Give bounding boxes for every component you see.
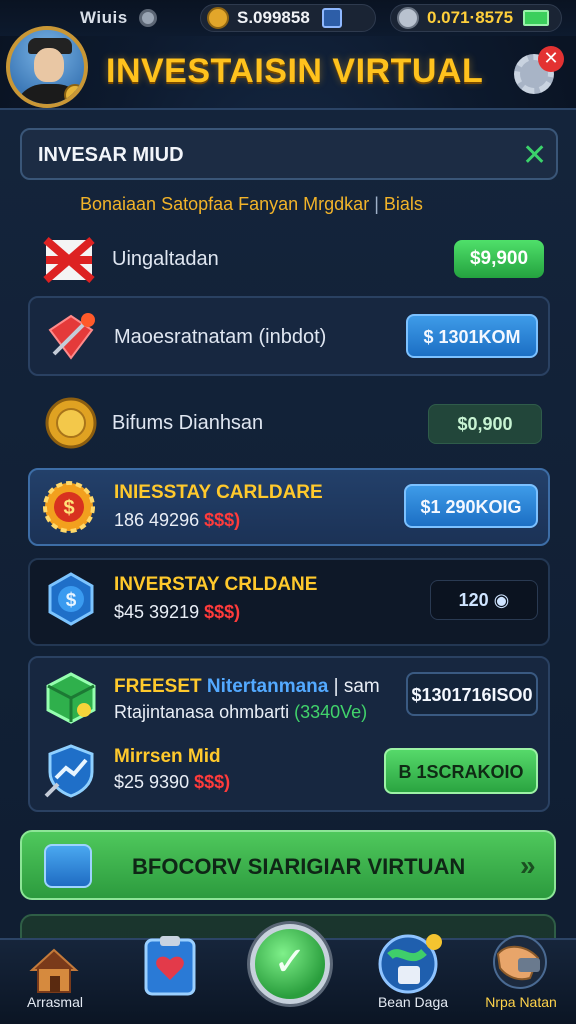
home-icon [29,948,79,993]
status-bar: Wiuis S.099858 0.071·8575 [0,0,576,36]
close-icon[interactable]: ✕ [522,138,547,173]
gold-coin-icon [45,397,97,449]
cube-icon [46,672,96,724]
chart-shield-icon [44,744,94,798]
row-5-sub-red: $$$) [204,602,241,622]
coin-bag-icon [207,7,229,29]
settings-button[interactable]: ✕ [512,46,564,98]
row-5-button-icon: ◉ [493,590,510,610]
list-item-5[interactable]: $ INVERSTAY CRLDANE $45 39219 $$$) 120 ◉ [28,558,550,646]
svg-text:$: $ [66,590,77,611]
dollar-badge-icon: $ [48,572,94,626]
row-4-sub-value: 186 49296 [114,510,200,530]
list-item-2[interactable]: Maoesratnatam (inbdot) $ 1301KOM [28,296,550,376]
row-7-button[interactable]: B 1SCRAKOIO [384,748,538,794]
shield-coin-icon [397,7,419,29]
row-6-title-main: FREESET [114,676,202,697]
search-label: INVESAR MIUD [38,144,184,166]
status-dot-icon [139,9,157,27]
list-group: FREESET Nitertanmana | sam Rtajintanasa … [28,656,550,812]
wallet-hand-icon [493,935,547,989]
nav-item-wallet[interactable]: Nrpa Natan [466,935,576,1024]
currency-value-1: S.099858 [237,8,310,27]
currency-pill-silver[interactable]: 0.071·8575 [390,4,562,32]
list-item-4[interactable]: $ INIESSTAY CARLDARE 186 49296 $$$) $1 2… [28,468,550,546]
row-2-text: Maoesratnatam (inbdot) [114,326,327,348]
subtitle-secondary: Bials [383,194,423,214]
subtitle: Bonaiaan Satopfaa Fanyan Mrgdkar | Bials [80,194,423,215]
nav-item-globe[interactable]: Bean Daga [358,934,468,1024]
row-5-title: INVERSTAY CRLDANE [114,574,318,595]
row-6-title-blue: Nitertanmana [206,676,329,697]
app-title: INVESTAISIN VIRTUAL [106,52,484,90]
nav-label-globe: Bean Daga [377,994,449,1010]
row-4-button[interactable]: $1 290KOIG [404,484,538,528]
list-item-3[interactable]: Bifums Dianhsan $0,900 [28,388,550,462]
row-1-button[interactable]: $9,900 [454,240,544,278]
nav-label-home: Arrasmal [26,994,83,1010]
row-6-button[interactable]: $1301716ISO0 [406,672,538,716]
row-1-text: Uingaltadan [112,248,219,270]
globe-bag-icon [378,934,442,994]
subtitle-main: Bonaiaan Satopfaa Fanyan Mrgdkar [80,194,370,214]
row-6-sub: Rtajintanasa ohmbarti (3340Ve) [114,702,367,723]
row-6-sub-value: Rtajintanasa ohmbarti [114,702,290,722]
row-6-sub-green: (3340Ve) [294,702,368,722]
alert-shield-icon [48,313,95,360]
row-4-sub: 186 49296 $$$) [114,510,240,531]
dollar-gear-icon: $ [43,481,95,533]
row-4-title: INIESSTAY CARLDARE [114,482,323,503]
row-7-title: Mirrsen Mid [114,746,221,767]
row-4-sub-red: $$$) [204,510,241,530]
search-bar[interactable]: INVESAR MIUD ✕ [20,128,558,180]
nav-item-clipboard[interactable] [116,936,226,1024]
check-icon: ✓ [273,940,307,984]
row-5-button-value: 120 [458,590,489,610]
avatar-face [34,48,64,82]
avatar-coin-icon [64,84,84,104]
row-7-sub: $25 9390 $$$) [114,772,230,793]
currency-value-2: 0.071·8575 [427,8,514,27]
subtitle-separator: | [374,194,379,214]
row-7-sub-red: $$$) [194,772,231,792]
row-5-button[interactable]: 120 ◉ [430,580,538,620]
row-6-title-tail: | sam [333,676,380,697]
cta-icon [44,844,92,888]
status-left-text: Wiuis [80,8,128,27]
row-5-sub-value: $45 39219 [114,602,200,622]
battery-icon [523,10,550,26]
currency-pill-gold[interactable]: S.099858 [200,4,376,32]
cta-button[interactable]: BFOCORV SIARIGIAR VIRTUAN » [20,830,556,900]
avatar[interactable] [6,26,88,108]
nav-label-wallet: Nrpa Natan [485,994,557,1010]
row-3-button[interactable]: $0,900 [428,404,542,444]
row-7-sub-value: $25 9390 [114,772,190,792]
cta-label: BFOCORV SIARIGIAR VIRTUAN [132,854,466,879]
nav-center-check-button[interactable]: ✓ [250,924,330,1004]
row-6-title: FREESET Nitertanmana | sam [114,676,380,698]
settings-badge: ✕ [538,46,564,72]
svg-text:$: $ [63,497,74,519]
row-5-sub: $45 39219 $$$) [114,602,240,623]
row-3-text: Bifums Dianhsan [112,412,264,434]
row-2-button[interactable]: $ 1301KOM [406,314,538,358]
nav-item-home[interactable]: Arrasmal [0,940,110,1024]
cta-arrow-icon: » [520,850,536,881]
clipboard-heart-icon [144,936,196,996]
flag-icon [43,236,95,284]
wallet-icon [321,8,342,28]
